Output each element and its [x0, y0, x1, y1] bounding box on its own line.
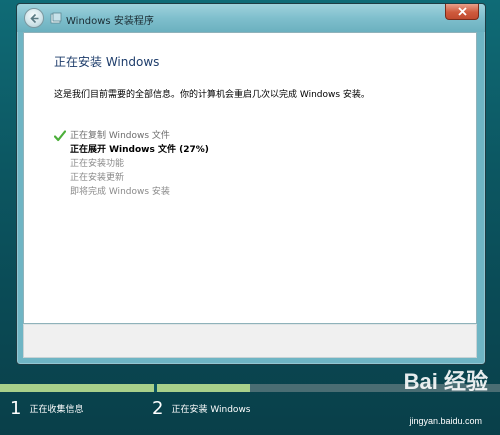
- close-icon: [458, 7, 467, 16]
- stage-label: 正在安装 Windows: [171, 405, 251, 415]
- setup-window: Windows 安装程序 正在安装 Windows 这是我们目前需要的全部信息。…: [16, 3, 486, 365]
- info-text: 这是我们目前需要的全部信息。你的计算机会重启几次以完成 Windows 安装。: [54, 90, 370, 100]
- step-item: 正在安装功能: [54, 157, 209, 171]
- progress-stage-1: [0, 384, 154, 392]
- step-item: 正在展开 Windows 文件 (27%): [54, 143, 209, 157]
- step-label: 正在展开 Windows 文件 (27%): [70, 145, 209, 155]
- baidu-watermark-url: jingyan.baidu.com: [409, 416, 482, 426]
- step-label: 即将完成 Windows 安装: [70, 187, 170, 197]
- step-item: 正在复制 Windows 文件: [54, 129, 209, 143]
- content-area: 正在安装 Windows 这是我们目前需要的全部信息。你的计算机会重启几次以完成…: [23, 32, 477, 324]
- checkmark-icon: [54, 130, 66, 142]
- step-label: 正在安装更新: [70, 173, 125, 183]
- stage-label: 正在收集信息: [29, 405, 84, 415]
- close-button[interactable]: [445, 4, 479, 20]
- step-item: 即将完成 Windows 安装: [54, 185, 209, 199]
- back-arrow-icon: [30, 13, 39, 24]
- progress-stage-2: [157, 384, 250, 392]
- step-label: 正在复制 Windows 文件: [70, 131, 170, 141]
- footer-panel: [23, 324, 477, 358]
- stage-number: 2: [152, 398, 164, 419]
- setup-icon: [50, 12, 62, 24]
- step-label: 正在安装功能: [70, 159, 125, 169]
- step-item: 正在安装更新: [54, 171, 209, 185]
- stage-1: 1 正在收集信息: [10, 398, 83, 419]
- stage-number: 1: [10, 398, 22, 419]
- stage-2: 2 正在安装 Windows: [152, 398, 251, 419]
- title-bar: Windows 安装程序: [17, 4, 485, 32]
- window-title: Windows 安装程序: [66, 16, 154, 27]
- step-list: 正在复制 Windows 文件 正在展开 Windows 文件 (27%) 正在…: [54, 129, 209, 199]
- baidu-watermark: Bai 经验: [403, 369, 488, 394]
- page-title: 正在安装 Windows: [54, 55, 160, 69]
- back-button[interactable]: [24, 8, 44, 28]
